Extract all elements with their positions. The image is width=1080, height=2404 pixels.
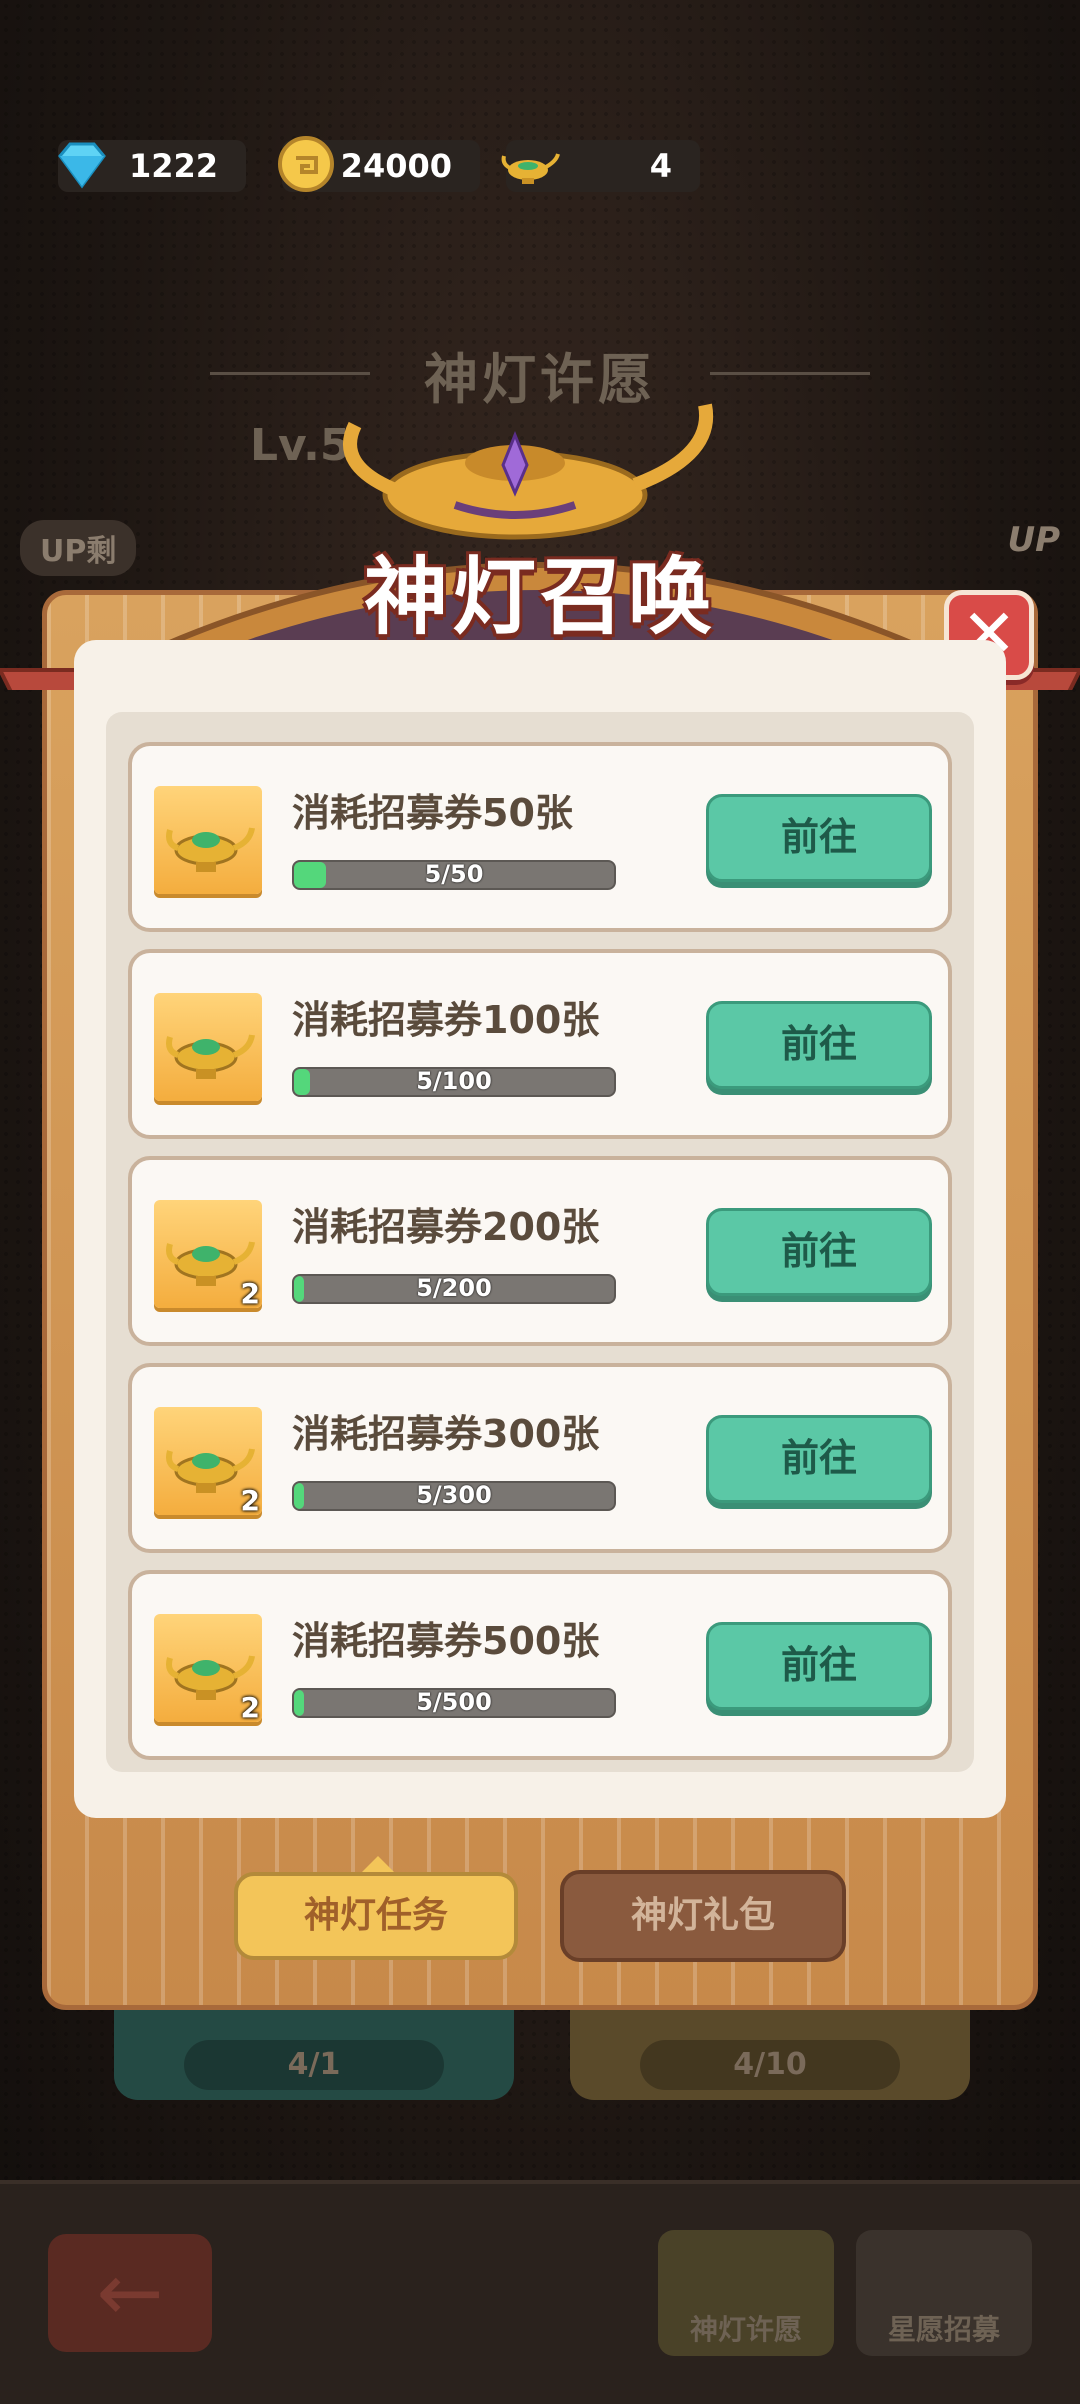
task-progress-bar: 5/300 — [292, 1481, 616, 1511]
background-wish-once-count: 4/1 — [184, 2040, 444, 2090]
background-wish-ten-count: 4/10 — [640, 2040, 900, 2090]
task-title: 消耗招募券200张 — [292, 1205, 600, 1249]
background-nav-wish-label: 神灯许愿 — [689, 2313, 802, 2346]
tab-lamp-tasks[interactable]: 神灯任务 — [234, 1872, 518, 1960]
task-row: 2 消耗招募券200张 5/200 前往 — [128, 1156, 952, 1346]
magic-lamp-icon — [166, 827, 255, 872]
go-button[interactable]: 前往 — [706, 1622, 932, 1710]
reward-quantity: 2 — [240, 1484, 260, 1517]
background-nav-recruit: 星愿招募 — [856, 2230, 1032, 2356]
lamp-reward-icon — [154, 993, 262, 1101]
lamp-reward-icon: 2 — [154, 1407, 262, 1517]
task-title: 消耗招募券100张 — [292, 998, 600, 1042]
task-title: 消耗招募券50张 — [292, 791, 573, 835]
lamp-reward-icon — [154, 786, 262, 894]
task-progress-text: 5/500 — [416, 1688, 492, 1716]
task-row: 消耗招募券100张 5/100 前往 — [128, 949, 952, 1139]
task-progress-bar: 5/50 — [292, 860, 616, 890]
lamp-count: 4 — [649, 147, 672, 185]
task-row: 2 消耗招募券300张 5/300 前往 — [128, 1363, 952, 1553]
modal-title: 神灯召唤 — [363, 548, 716, 646]
gem-counter: 1222 — [58, 140, 246, 192]
magic-lamp-icon — [501, 153, 560, 184]
back-arrow-icon: ← — [48, 2234, 212, 2352]
task-progress-text: 5/100 — [416, 1067, 492, 1095]
coin-icon — [278, 136, 334, 192]
task-progress-bar: 5/200 — [292, 1274, 616, 1304]
diamond-icon — [58, 142, 106, 189]
background-nav-wish: 神灯许愿 — [658, 2230, 834, 2356]
reward-quantity: 2 — [240, 1691, 260, 1724]
task-row: 消耗招募券50张 5/50 前往 — [128, 742, 952, 932]
task-progress-bar: 5/100 — [292, 1067, 616, 1097]
gem-count: 1222 — [128, 147, 218, 185]
reward-quantity: 2 — [240, 1277, 260, 1310]
task-progress-text: 5/200 — [416, 1274, 492, 1302]
coin-count: 24000 — [340, 147, 452, 185]
go-button[interactable]: 前往 — [706, 1001, 932, 1089]
go-button[interactable]: 前往 — [706, 1208, 932, 1296]
task-progress-text: 5/50 — [424, 860, 484, 888]
tab-lamp-gift[interactable]: 神灯礼包 — [560, 1870, 846, 1962]
task-title: 消耗招募券500张 — [292, 1619, 600, 1663]
task-progress-bar: 5/500 — [292, 1688, 616, 1718]
magic-lamp-icon — [166, 1034, 255, 1079]
background-nav-recruit-label: 星愿招募 — [887, 2313, 1000, 2346]
go-button[interactable]: 前往 — [706, 794, 932, 882]
lamp-reward-icon: 2 — [154, 1200, 262, 1310]
lamp-reward-icon: 2 — [154, 1614, 262, 1724]
lamp-counter: 4 — [501, 140, 700, 192]
task-title: 消耗招募券300张 — [292, 1412, 600, 1456]
task-row: 2 消耗招募券500张 5/500 前往 — [128, 1570, 952, 1760]
go-button[interactable]: 前往 — [706, 1415, 932, 1503]
task-progress-text: 5/300 — [416, 1481, 492, 1509]
coin-counter: 24000 — [278, 136, 480, 192]
